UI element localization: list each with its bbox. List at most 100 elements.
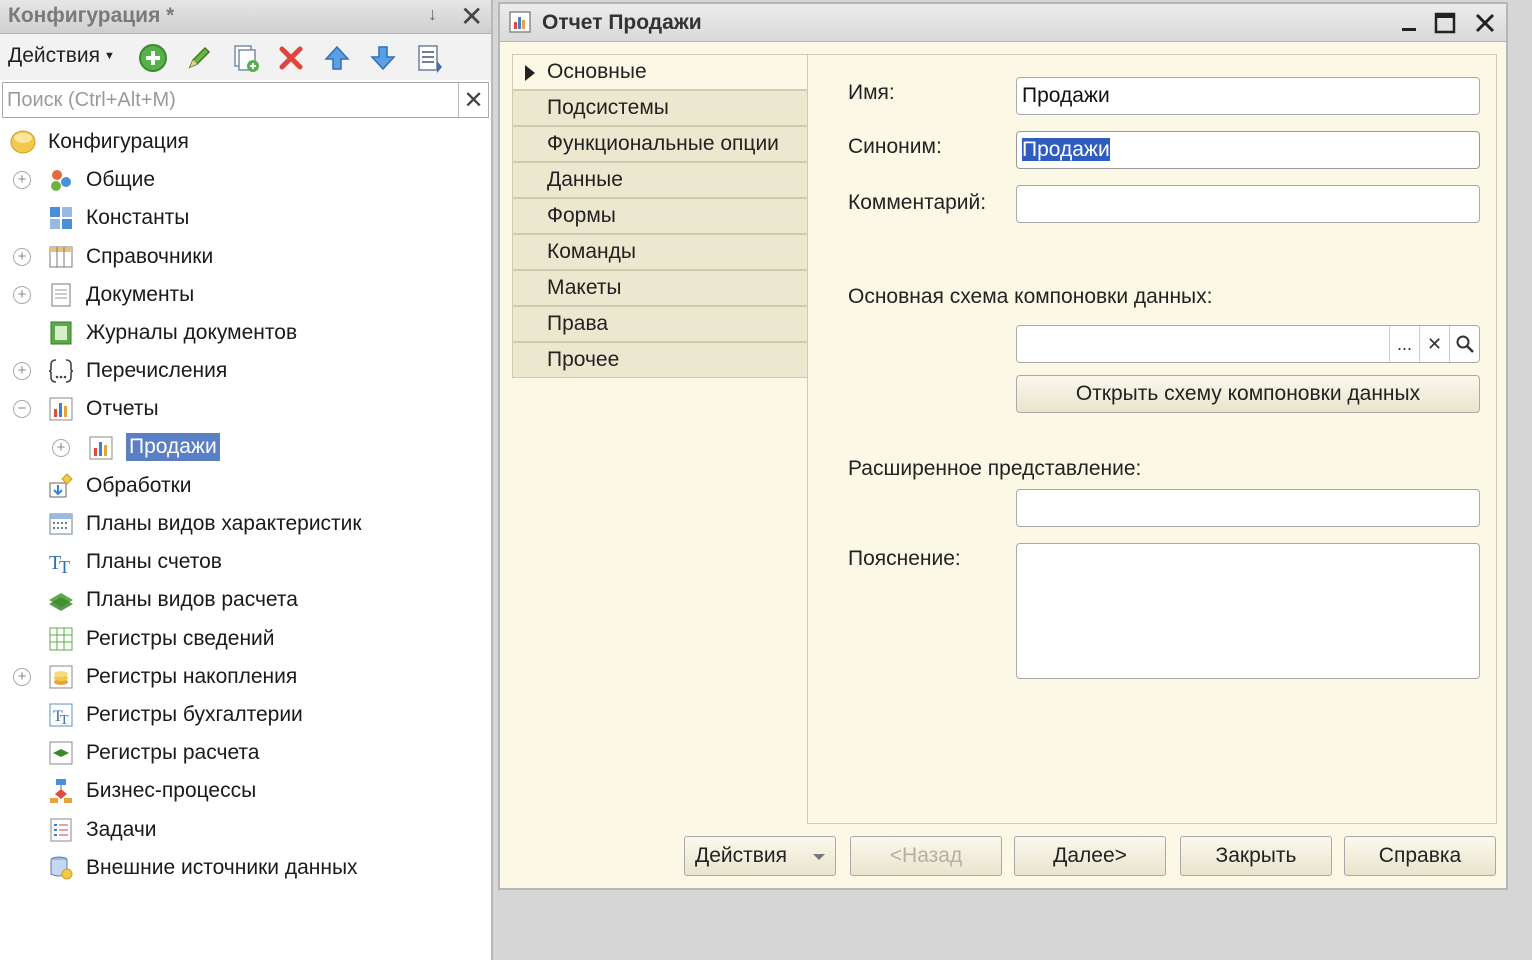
actions-menu-button[interactable]: Действия ▼ <box>8 44 115 68</box>
comment-label: Комментарий: <box>848 191 987 214</box>
tree-item-label: Журналы документов <box>86 321 298 344</box>
clear-schema-icon[interactable]: ✕ <box>1419 326 1449 362</box>
help-button[interactable]: Справка <box>1344 836 1496 876</box>
actions-button[interactable]: Действия <box>684 836 836 876</box>
tree-item[interactable]: T T Планы счетов <box>0 544 491 580</box>
nav-tab[interactable]: Макеты <box>512 270 808 306</box>
nav-tab-label: Формы <box>547 204 616 227</box>
tree-item[interactable]: Внешние источники данных <box>0 850 491 886</box>
expand-icon[interactable]: + <box>13 285 31 304</box>
ext-presentation-label: Расширенное представление: <box>848 457 1142 480</box>
add-icon[interactable] <box>137 42 169 74</box>
select-schema-button[interactable]: ... <box>1389 326 1419 362</box>
open-schema-button[interactable]: Открыть схему компоновки данных <box>1016 375 1480 413</box>
nav-tab[interactable]: Права <box>512 306 808 342</box>
move-down-icon[interactable] <box>367 42 399 74</box>
nav-tab[interactable]: Прочее <box>512 342 808 378</box>
move-up-icon[interactable] <box>321 42 353 74</box>
delete-icon[interactable] <box>275 42 307 74</box>
maximize-icon[interactable] <box>1430 8 1460 38</box>
ext-presentation-field[interactable] <box>1016 489 1480 527</box>
document-journals-icon <box>48 320 74 346</box>
tree-item[interactable]: Задачи <box>0 812 491 848</box>
accounting-registers-icon: TT <box>48 702 74 728</box>
tree-item[interactable]: Константы <box>0 200 491 236</box>
tree-item-label: Продажи <box>126 432 220 461</box>
nav-tab[interactable]: Команды <box>512 234 808 270</box>
report-icon <box>508 10 532 34</box>
information-registers-icon <box>48 626 74 652</box>
tree-item[interactable]: + Регистры накопления <box>0 659 491 695</box>
panel-toolbar: Действия ▼ <box>0 34 491 80</box>
tree-item[interactable]: Регистры сведений <box>0 621 491 657</box>
nav-tab-label: Данные <box>547 168 623 191</box>
next-button[interactable]: Далее> <box>1014 836 1166 876</box>
expand-icon[interactable]: + <box>13 667 31 686</box>
tree-item[interactable]: + Справочники <box>0 239 491 275</box>
close-button[interactable]: Закрыть <box>1180 836 1332 876</box>
synonym-field[interactable]: Продажи <box>1016 131 1480 169</box>
dropdown-caret-icon: ▼ <box>104 50 115 63</box>
tree-item[interactable]: Журналы документов <box>0 315 491 351</box>
tree-item-label: Перечисления <box>86 359 228 383</box>
synonym-label: Синоним: <box>848 135 942 158</box>
collapse-icon[interactable]: − <box>13 400 31 419</box>
edit-icon[interactable] <box>183 42 215 74</box>
tree-item[interactable]: + Перечисления <box>0 353 491 389</box>
nav-tab[interactable]: Подсистемы <box>512 90 808 126</box>
open-schema-icon[interactable] <box>1449 326 1479 362</box>
tree-item-label: Регистры бухгалтерии <box>86 703 303 726</box>
nav-tab-label: Основные <box>547 60 647 83</box>
expand-icon[interactable]: + <box>13 247 31 266</box>
tree-item[interactable]: T T Регистры бухгалтерии <box>0 697 491 733</box>
tree-item-label: Конфигурация <box>48 130 189 153</box>
close-panel-icon[interactable]: ✕ <box>460 0 483 33</box>
clear-search-icon[interactable]: ✕ <box>458 83 488 117</box>
calculation-types-icon <box>48 587 74 613</box>
tree-item[interactable]: + Продажи <box>0 430 491 466</box>
data-processors-icon <box>48 473 74 499</box>
pin-icon[interactable]: ↓ <box>428 4 437 25</box>
characteristic-types-icon <box>48 511 74 537</box>
constants-icon <box>48 205 74 231</box>
explanation-field[interactable] <box>1016 543 1480 679</box>
nav-tab[interactable]: Данные <box>512 162 808 198</box>
explanation-label: Пояснение: <box>848 547 961 570</box>
nav-tab[interactable]: Основные <box>512 54 808 90</box>
report-icon <box>88 435 114 461</box>
tree-item[interactable]: Конфигурация <box>0 124 491 160</box>
window-titlebar: Отчет Продажи <box>500 4 1506 42</box>
copy-icon[interactable] <box>229 42 261 74</box>
name-field[interactable] <box>1016 77 1480 115</box>
back-button[interactable]: <Назад <box>850 836 1002 876</box>
tree-item[interactable]: Планы видов характеристик <box>0 506 491 542</box>
tree-item[interactable]: + Документы <box>0 277 491 313</box>
nav-tab-label: Подсистемы <box>547 96 669 119</box>
expand-icon[interactable]: + <box>13 362 31 381</box>
documents-icon <box>48 282 74 308</box>
tree-item-label: Бизнес-процессы <box>86 779 257 803</box>
nav-tab-label: Прочее <box>547 348 620 371</box>
close-window-icon[interactable] <box>1470 8 1500 38</box>
reports-icon <box>48 396 74 422</box>
tree-item[interactable]: Планы видов расчета <box>0 582 491 618</box>
nav-tab[interactable]: Функциональные опции <box>512 126 808 162</box>
schema-field[interactable]: ... ✕ <box>1016 325 1480 363</box>
calculation-registers-icon <box>48 740 74 766</box>
expand-icon[interactable]: + <box>52 438 70 457</box>
nav-tab[interactable]: Формы <box>512 198 808 234</box>
tree-item[interactable]: Бизнес-процессы <box>0 773 491 809</box>
tree-item[interactable]: Регистры расчета <box>0 735 491 771</box>
actions-button-label: Действия <box>695 844 788 867</box>
search-input[interactable] <box>3 83 459 117</box>
expand-icon[interactable]: + <box>13 171 31 190</box>
comment-field[interactable] <box>1016 185 1480 223</box>
tree-item[interactable]: − Отчеты <box>0 391 491 427</box>
tree-item-label: Документы <box>86 282 195 306</box>
catalogs-icon <box>48 244 74 270</box>
sort-list-icon[interactable] <box>413 42 445 74</box>
dialog-buttons: Действия <Назад Далее> Закрыть Справка <box>500 836 1506 880</box>
tree-item[interactable]: Обработки <box>0 468 491 504</box>
minimize-icon[interactable] <box>1394 8 1424 38</box>
tree-item[interactable]: + Общие <box>0 162 491 198</box>
